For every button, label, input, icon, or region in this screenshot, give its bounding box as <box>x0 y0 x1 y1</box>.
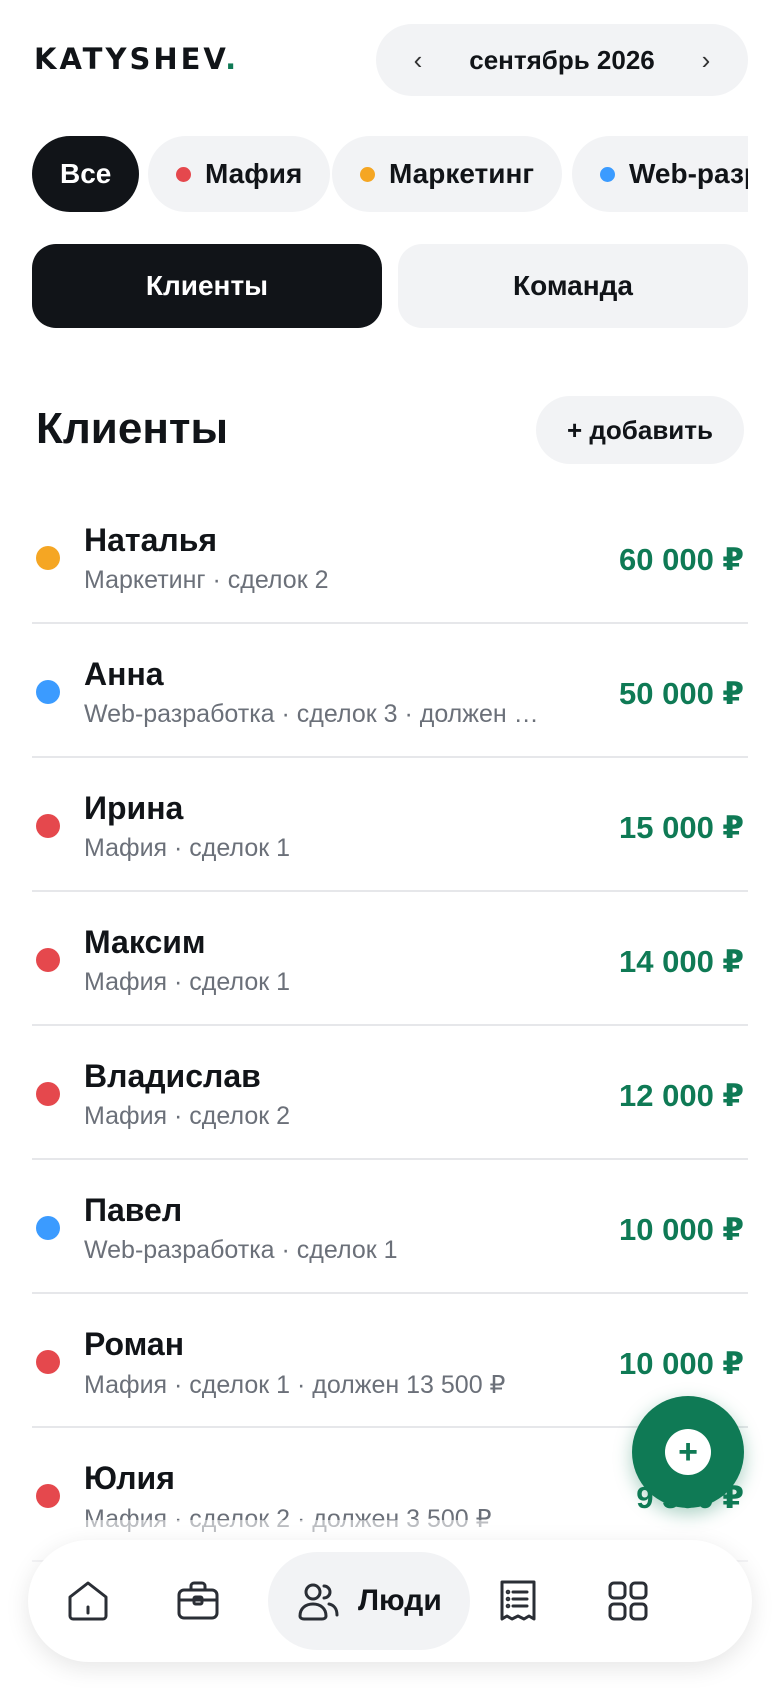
category-dot-icon <box>600 166 615 182</box>
category-dot-icon <box>36 1484 60 1508</box>
category-dot-icon <box>360 166 375 182</box>
logo-text: KATYSHEV <box>34 42 226 76</box>
category-dot-icon <box>176 166 191 182</box>
category-dot-icon <box>36 1350 60 1374</box>
add-floating-button[interactable]: + <box>632 1396 744 1508</box>
client-meta: Мафия · сделок 2 <box>84 1102 291 1130</box>
filter-chip-label: Маркетинг <box>389 158 535 189</box>
client-name: Наталья <box>84 522 218 558</box>
filter-chip-label: Web-разработка <box>629 158 748 189</box>
client-row[interactable]: Ирина Мафия · сделок 1 15 000 ₽ <box>32 758 748 892</box>
client-row[interactable]: Максим Мафия · сделок 1 14 000 ₽ <box>32 892 748 1026</box>
client-name: Максим <box>84 924 206 960</box>
next-month-button[interactable]: › <box>694 45 718 76</box>
client-amount: 10 000 ₽ <box>619 1346 744 1381</box>
client-meta: Маркетинг · сделок 2 <box>84 566 329 594</box>
client-amount: 50 000 ₽ <box>619 676 744 711</box>
filter-chip-all[interactable]: Все <box>32 136 140 212</box>
briefcase-icon <box>177 1581 219 1620</box>
tab-home[interactable] <box>48 1540 128 1662</box>
filter-chip-web[interactable]: Web-разработка <box>572 136 748 212</box>
category-dot-icon <box>36 1216 60 1240</box>
client-amount: 60 000 ₽ <box>619 542 744 577</box>
client-meta: Web-разработка · сделок 1 <box>84 1236 398 1264</box>
category-dot-icon <box>36 1082 60 1106</box>
client-amount: 14 000 ₽ <box>619 944 744 979</box>
tab-people[interactable]: Люди <box>268 1552 470 1650</box>
client-list: Наталья Маркетинг · сделок 2 60 000 ₽ Ан… <box>32 490 748 1562</box>
grid-icon <box>608 1581 648 1621</box>
plus-icon: + <box>665 1429 711 1475</box>
app-header: KATYSHEV. ‹ сентябрь 2026 › <box>32 24 748 96</box>
month-label[interactable]: сентябрь 2026 <box>469 45 655 76</box>
bottom-tab-bar: Люди <box>28 1540 752 1662</box>
client-name: Юлия <box>84 1460 175 1496</box>
category-dot-icon <box>36 680 60 704</box>
client-amount: 12 000 ₽ <box>619 1078 744 1113</box>
client-meta: Мафия · сделок 1 <box>84 834 291 862</box>
section-title: Клиенты <box>36 404 229 453</box>
home-icon <box>68 1581 108 1621</box>
filter-chip-label: Мафия <box>205 158 303 189</box>
client-name: Ирина <box>84 790 184 826</box>
segment-clients[interactable]: Клиенты <box>32 244 382 328</box>
client-name: Павел <box>84 1192 183 1228</box>
client-row[interactable]: Владислав Мафия · сделок 2 12 000 ₽ <box>32 1026 748 1160</box>
client-name: Владислав <box>84 1058 261 1094</box>
client-row[interactable]: Наталья Маркетинг · сделок 2 60 000 ₽ <box>32 490 748 624</box>
people-segmented-control: Клиенты Команда <box>32 244 748 328</box>
tab-people-label: Люди <box>358 1584 442 1617</box>
filter-chip-mafia[interactable]: Мафия <box>148 136 331 212</box>
category-filter-bar: Все Мафия Маркетинг Web-разработка <box>32 136 748 212</box>
add-client-button[interactable]: + добавить <box>536 396 744 464</box>
people-icon <box>298 1583 339 1621</box>
client-meta: Мафия · сделок 1 <box>84 968 291 996</box>
receipt-icon <box>500 1580 536 1621</box>
filter-chip-marketing[interactable]: Маркетинг <box>332 136 563 212</box>
client-name: Анна <box>84 656 164 692</box>
client-row[interactable]: Анна Web-разработка · сделок 3 · должен … <box>32 624 748 758</box>
client-amount: 15 000 ₽ <box>619 810 744 845</box>
prev-month-button[interactable]: ‹ <box>406 45 430 76</box>
month-picker: ‹ сентябрь 2026 › <box>376 24 748 96</box>
category-dot-icon <box>36 546 60 570</box>
client-row[interactable]: Павел Web-разработка · сделок 1 10 000 ₽ <box>32 1160 748 1294</box>
client-meta: Мафия · сделок 1 · должен 13 500 ₽ <box>84 1371 506 1399</box>
category-dot-icon <box>36 948 60 972</box>
segment-team[interactable]: Команда <box>398 244 748 328</box>
tab-finance[interactable] <box>478 1540 558 1662</box>
client-amount: 10 000 ₽ <box>619 1212 744 1247</box>
client-name: Роман <box>84 1326 185 1362</box>
logo: KATYSHEV. <box>34 42 239 76</box>
client-meta: Web-разработка · сделок 3 · должен … <box>84 700 539 728</box>
filter-chip-label: Все <box>60 158 112 189</box>
logo-dot: . <box>225 42 240 76</box>
category-dot-icon <box>36 814 60 838</box>
tab-deals[interactable] <box>158 1540 238 1662</box>
tab-more[interactable] <box>588 1540 668 1662</box>
client-row[interactable]: Роман Мафия · сделок 1 · должен 13 500 ₽… <box>32 1294 748 1428</box>
